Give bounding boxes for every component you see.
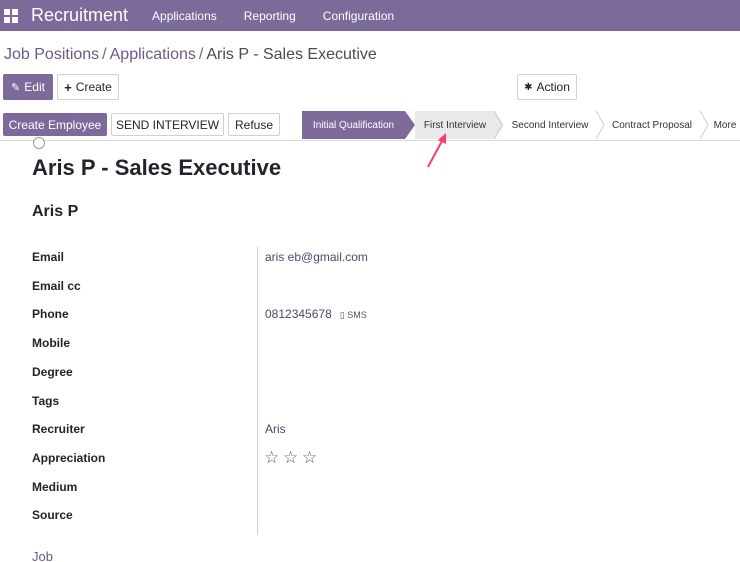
edit-button[interactable]: ✎ Edit xyxy=(3,74,53,100)
gear-icon: ✱ xyxy=(524,81,533,93)
menu-configuration[interactable]: Configuration xyxy=(323,9,394,23)
statusbar-divider xyxy=(0,140,740,141)
menu-applications[interactable]: Applications xyxy=(152,9,217,23)
create-employee-button[interactable]: Create Employee xyxy=(3,113,107,136)
email-field[interactable]: aris eb@gmail.com xyxy=(265,250,368,264)
stage-arrow xyxy=(405,111,415,139)
star-icon[interactable]: ☆ xyxy=(283,448,298,468)
star-icon[interactable]: ☆ xyxy=(302,448,317,468)
breadcrumb-current: Aris P - Sales Executive xyxy=(206,46,377,63)
record-title: Aris P - Sales Executive xyxy=(32,155,282,180)
create-button-label: Create xyxy=(75,80,112,94)
send-interview-button[interactable]: SEND INTERVIEW xyxy=(111,113,224,136)
breadcrumb-separator: / xyxy=(102,46,107,63)
stage-initial-qualification[interactable]: Initial Qualification xyxy=(302,111,405,139)
annotation-arrow-icon xyxy=(427,133,446,168)
recruiter-label: Recruiter xyxy=(32,422,85,436)
medium-label: Medium xyxy=(32,480,78,494)
sms-button[interactable]: ▯ SMS xyxy=(340,310,367,320)
top-navbar: Recruitment Applications Reporting Confi… xyxy=(0,0,740,31)
create-button[interactable]: + Create xyxy=(57,74,119,100)
mobile-label: Mobile xyxy=(32,336,70,350)
stage-more[interactable]: More xyxy=(710,111,740,139)
stage-second-interview[interactable]: Second Interview xyxy=(505,111,595,139)
pencil-icon: ✎ xyxy=(11,81,21,94)
recruiter-field[interactable]: Aris xyxy=(265,422,286,436)
plus-icon: + xyxy=(64,79,72,95)
email-cc-label: Email cc xyxy=(32,279,81,293)
stage-separator xyxy=(595,111,604,139)
stage-contract-proposal[interactable]: Contract Proposal xyxy=(605,111,699,139)
phone-value[interactable]: 0812345678 xyxy=(265,307,332,321)
mobile-icon: ▯ xyxy=(339,310,345,320)
partner-name[interactable]: Aris P xyxy=(32,203,78,221)
apps-grid-icon[interactable] xyxy=(4,8,18,23)
app-title[interactable]: Recruitment xyxy=(31,5,128,26)
job-section-label: Job xyxy=(32,549,53,562)
breadcrumb-applications[interactable]: Applications xyxy=(110,46,196,63)
breadcrumb-separator: / xyxy=(198,46,204,63)
breadcrumb-job-positions[interactable]: Job Positions xyxy=(4,46,99,63)
tags-label: Tags xyxy=(32,394,60,408)
action-button[interactable]: ✱ Action xyxy=(517,74,577,100)
email-label: Email xyxy=(32,250,65,264)
phone-label: Phone xyxy=(32,307,69,321)
degree-label: Degree xyxy=(32,365,73,379)
stage-separator xyxy=(699,111,708,139)
stage-separator xyxy=(493,111,502,139)
field-divider xyxy=(257,247,258,535)
star-icon[interactable]: ☆ xyxy=(264,448,279,468)
menu-reporting[interactable]: Reporting xyxy=(244,9,296,23)
sms-label: SMS xyxy=(347,310,367,320)
source-label: Source xyxy=(32,508,73,522)
action-button-label: Action xyxy=(536,80,570,94)
phone-field[interactable]: 0812345678 ▯ SMS xyxy=(265,307,367,321)
breadcrumb: Job Positions / Applications / Aris P - Sale… xyxy=(4,46,377,64)
appreciation-label: Appreciation xyxy=(32,451,106,465)
edit-button-label: Edit xyxy=(24,80,45,94)
refuse-button[interactable]: Refuse xyxy=(228,113,280,136)
priority-radio[interactable] xyxy=(33,137,45,149)
